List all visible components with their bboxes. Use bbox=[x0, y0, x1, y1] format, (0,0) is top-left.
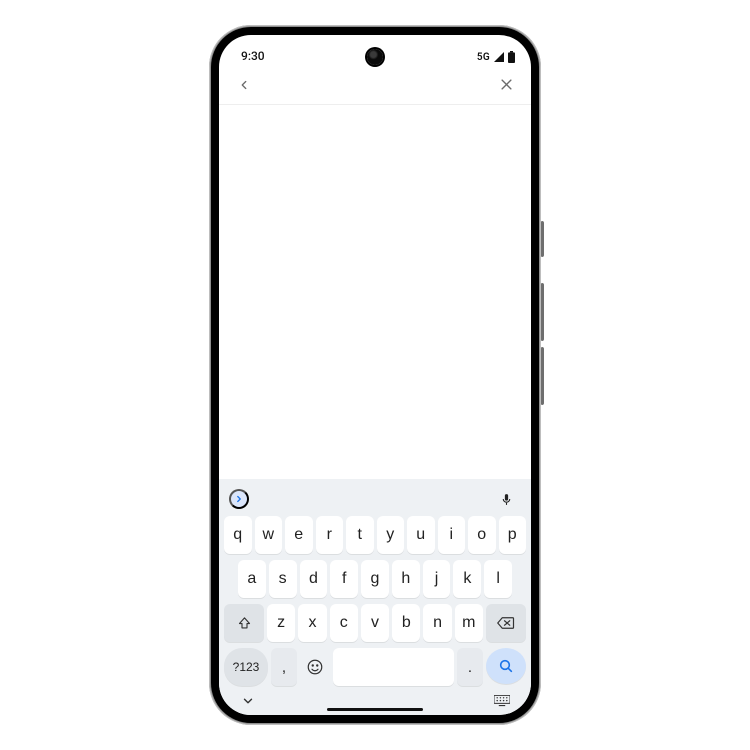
key-symbols[interactable]: ?123 bbox=[224, 648, 268, 686]
keyboard-switcher-button[interactable] bbox=[487, 686, 517, 715]
key-shift[interactable] bbox=[224, 604, 264, 642]
canvas: 9:30 5G bbox=[0, 0, 750, 750]
key-z[interactable]: z bbox=[267, 604, 295, 642]
key-q[interactable]: q bbox=[224, 516, 252, 554]
app-bar bbox=[219, 65, 531, 105]
keyboard-row-4: ?123 , . bbox=[219, 645, 531, 689]
chevron-down-icon bbox=[241, 694, 255, 708]
key-l[interactable]: l bbox=[484, 560, 512, 598]
keyboard-icon bbox=[494, 695, 510, 707]
shift-icon bbox=[237, 616, 252, 631]
keyboard-row-1: q w e r t y u i o p bbox=[219, 513, 531, 557]
key-w[interactable]: w bbox=[255, 516, 283, 554]
backspace-icon bbox=[497, 616, 515, 630]
keyboard-row-3: z x c v b n m bbox=[219, 601, 531, 645]
mic-icon bbox=[500, 493, 513, 506]
key-x[interactable]: x bbox=[298, 604, 326, 642]
key-d[interactable]: d bbox=[300, 560, 328, 598]
close-icon bbox=[499, 77, 514, 92]
key-k[interactable]: k bbox=[453, 560, 481, 598]
volume-up-button[interactable] bbox=[541, 283, 544, 341]
key-a[interactable]: a bbox=[238, 560, 266, 598]
key-period[interactable]: . bbox=[457, 648, 483, 686]
keyboard-suggestion-bar bbox=[219, 485, 531, 513]
key-emoji[interactable] bbox=[300, 648, 330, 686]
gesture-bar[interactable] bbox=[327, 708, 423, 711]
key-i[interactable]: i bbox=[438, 516, 466, 554]
key-comma[interactable]: , bbox=[271, 648, 297, 686]
key-b[interactable]: b bbox=[392, 604, 420, 642]
phone-frame: 9:30 5G bbox=[209, 25, 541, 725]
content-area[interactable] bbox=[219, 105, 531, 479]
chevron-right-icon bbox=[234, 494, 244, 504]
key-v[interactable]: v bbox=[361, 604, 389, 642]
emoji-icon bbox=[306, 658, 324, 676]
key-u[interactable]: u bbox=[407, 516, 435, 554]
search-icon bbox=[498, 658, 514, 674]
key-search[interactable] bbox=[486, 648, 526, 684]
chevron-left-icon bbox=[237, 78, 251, 92]
screen: 9:30 5G bbox=[219, 35, 531, 715]
key-o[interactable]: o bbox=[468, 516, 496, 554]
cell-signal-icon bbox=[493, 52, 505, 63]
keyboard-row-2: a s d f g h j k l bbox=[219, 557, 531, 601]
key-e[interactable]: e bbox=[285, 516, 313, 554]
key-s[interactable]: s bbox=[269, 560, 297, 598]
status-network-label: 5G bbox=[477, 52, 490, 63]
key-y[interactable]: y bbox=[377, 516, 405, 554]
key-r[interactable]: r bbox=[316, 516, 344, 554]
back-button[interactable] bbox=[229, 70, 259, 100]
key-n[interactable]: n bbox=[423, 604, 451, 642]
front-camera bbox=[367, 49, 383, 65]
keyboard-expand-button[interactable] bbox=[229, 489, 249, 509]
key-h[interactable]: h bbox=[392, 560, 420, 598]
system-nav-bar bbox=[219, 689, 531, 715]
key-g[interactable]: g bbox=[361, 560, 389, 598]
close-button[interactable] bbox=[491, 70, 521, 100]
key-t[interactable]: t bbox=[346, 516, 374, 554]
key-j[interactable]: j bbox=[423, 560, 451, 598]
status-time: 9:30 bbox=[241, 49, 265, 63]
key-p[interactable]: p bbox=[499, 516, 527, 554]
keyboard: q w e r t y u i o p a s d f g h bbox=[219, 479, 531, 715]
keyboard-mic-button[interactable] bbox=[491, 484, 521, 514]
power-button[interactable] bbox=[541, 221, 544, 257]
key-c[interactable]: c bbox=[330, 604, 358, 642]
key-f[interactable]: f bbox=[330, 560, 358, 598]
key-m[interactable]: m bbox=[455, 604, 483, 642]
keyboard-collapse-button[interactable] bbox=[233, 686, 263, 715]
battery-icon bbox=[508, 51, 515, 63]
volume-down-button[interactable] bbox=[541, 347, 544, 405]
key-space[interactable] bbox=[333, 648, 454, 686]
key-backspace[interactable] bbox=[486, 604, 526, 642]
